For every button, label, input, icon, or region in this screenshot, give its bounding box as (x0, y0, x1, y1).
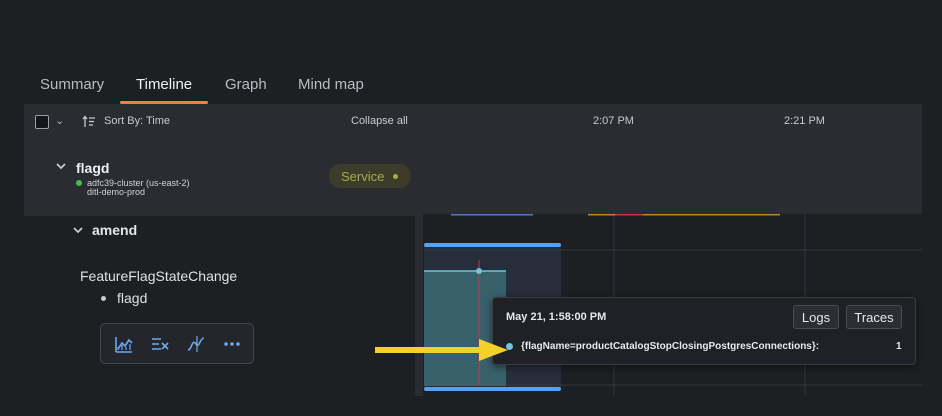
chart-line-icon[interactable] (114, 334, 134, 354)
tab-bar: Summary Timeline Graph Mind map (24, 62, 922, 105)
status-dot (76, 180, 82, 186)
highlight-bar-top (424, 243, 561, 247)
tab-graph[interactable]: Graph (225, 76, 267, 93)
service-name[interactable]: flagd (76, 160, 109, 176)
tab-summary[interactable]: Summary (40, 76, 104, 93)
service-badge-dot (393, 174, 398, 179)
tab-mind-map[interactable]: Mind map (298, 76, 364, 93)
service-badge: Service (329, 164, 411, 188)
service-badge-label: Service (341, 169, 385, 184)
more-icon[interactable] (222, 334, 242, 354)
event-source: flagd (117, 290, 148, 306)
timeline-toolbar-row: ⌄ Sort By: Time Collapse all 2:07 PM 2:2… (24, 104, 922, 142)
time-tick-label: 2:21 PM (784, 115, 825, 127)
event-action-toolbar (100, 323, 254, 364)
timeline-header-panel: ⌄ Sort By: Time Collapse all 2:07 PM 2:2… (24, 104, 922, 216)
annotation-arrow-icon (375, 339, 508, 361)
chart-left-gutter (415, 214, 423, 396)
tooltip-date: May 21, 1:58:00 PM (506, 311, 607, 323)
tab-timeline[interactable]: Timeline (136, 76, 192, 93)
bullet (101, 296, 106, 301)
group-label[interactable]: amend (92, 222, 137, 238)
anomaly-curve-icon[interactable] (186, 334, 206, 354)
collapse-all-button[interactable]: Collapse all (351, 115, 408, 127)
sort-by-label[interactable]: Sort By: Time (104, 115, 170, 127)
traces-button[interactable]: Traces (846, 305, 902, 329)
service-environment: ditl-demo-prod (87, 187, 146, 197)
chevron-down-icon[interactable] (72, 224, 84, 236)
filter-exclude-icon[interactable] (150, 334, 170, 354)
chevron-down-icon[interactable] (55, 160, 67, 172)
time-tick-label: 2:07 PM (593, 115, 634, 127)
sort-icon[interactable] (82, 115, 96, 128)
logs-button[interactable]: Logs (793, 305, 839, 329)
series-point (476, 268, 482, 274)
tooltip-series-value: 1 (896, 341, 902, 352)
highlight-bar-bottom (424, 387, 561, 391)
select-all-checkbox[interactable] (35, 115, 49, 129)
chevron-down-icon[interactable]: ⌄ (55, 114, 64, 127)
event-title: FeatureFlagStateChange (80, 268, 238, 284)
tooltip-series-label: {flagName=productCatalogStopClosingPostg… (521, 341, 820, 352)
chart-tooltip: May 21, 1:58:00 PM Logs Traces {flagName… (492, 297, 916, 365)
